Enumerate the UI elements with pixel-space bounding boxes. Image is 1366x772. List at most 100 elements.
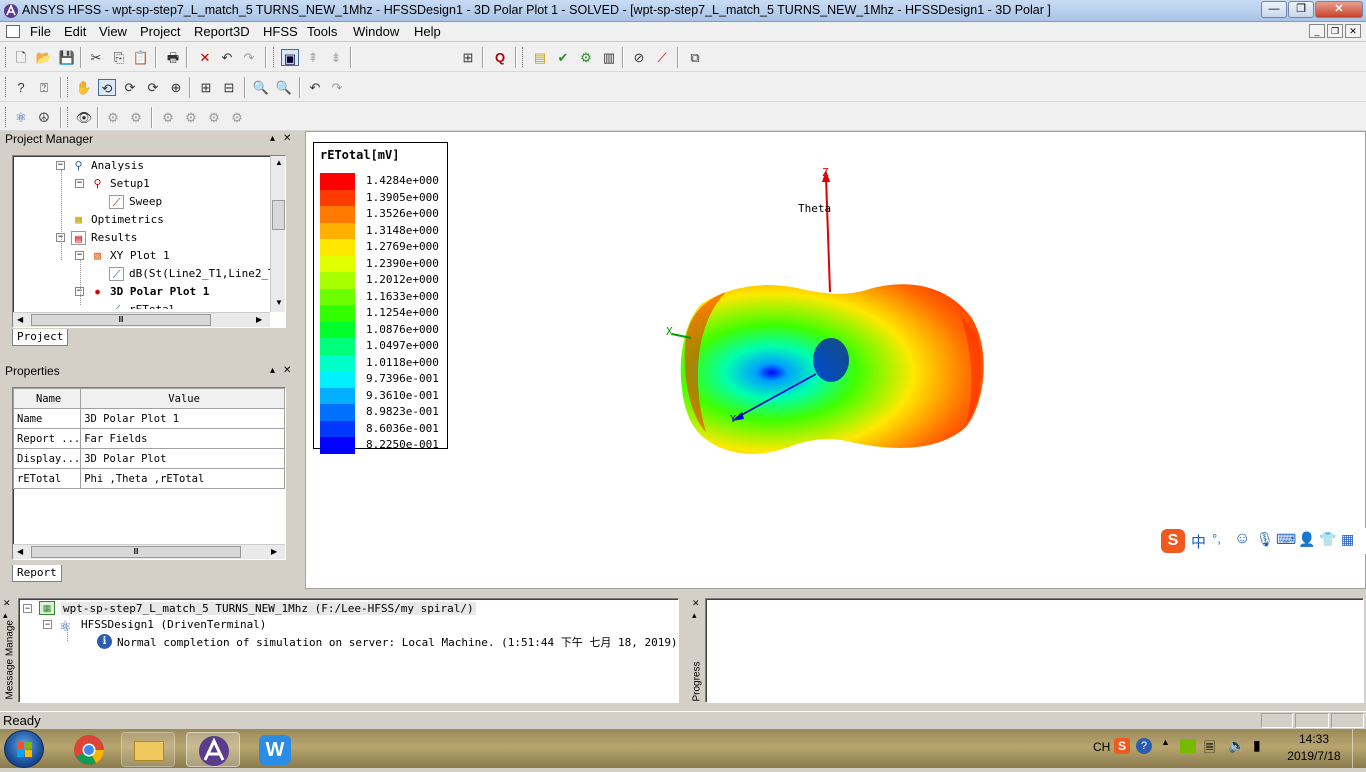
menu-report3d[interactable]: Report3D: [194, 24, 250, 39]
scroll-left-icon[interactable]: ◀: [17, 315, 23, 324]
network-icon[interactable]: ☮: [35, 109, 53, 126]
scroll-thumb[interactable]: Ⅲ: [31, 314, 211, 326]
analyze-icon[interactable]: ⚙: [577, 49, 595, 66]
tree-horizontal-scrollbar[interactable]: ◀ Ⅲ ▶: [13, 312, 270, 327]
menu-hfss[interactable]: HFSS: [263, 24, 298, 39]
property-value[interactable]: 3D Polar Plot 1: [80, 408, 285, 429]
rotate-axis-icon[interactable]: ⟳: [144, 79, 162, 96]
property-value[interactable]: Phi ,Theta ,rETotal: [80, 468, 285, 489]
help-context-icon[interactable]: ?: [12, 79, 30, 96]
validate-icon[interactable]: ✔: [554, 49, 572, 66]
volume-icon[interactable]: 🔈: [1228, 737, 1245, 754]
redo-view-icon[interactable]: ↷: [328, 79, 346, 96]
polar-plot-canvas[interactable]: Z Theta X Y: [306, 132, 1366, 590]
scroll-thumb[interactable]: [272, 200, 285, 230]
tab-project[interactable]: Project: [12, 329, 69, 346]
tree-item-results[interactable]: − ▤ Results: [13, 229, 273, 247]
scroll-up-icon[interactable]: ▲: [275, 158, 283, 167]
show-desktop-button[interactable]: [1352, 729, 1366, 768]
collapse-icon[interactable]: −: [75, 179, 84, 188]
move-down-icon[interactable]: ⇟: [327, 49, 345, 66]
paste-icon[interactable]: 📋: [132, 49, 150, 66]
menu-file[interactable]: File: [30, 24, 51, 39]
create-report-icon[interactable]: ⟋: [653, 49, 671, 66]
explorer-taskbar-button[interactable]: [121, 732, 175, 767]
ime-punctuation[interactable]: °,: [1212, 531, 1221, 546]
tab-report[interactable]: Report: [12, 565, 62, 582]
tree-item-trace[interactable]: ⟋ dB(St(Line2_T1,Line2_T1: [13, 265, 285, 283]
table-row[interactable]: Name 3D Polar Plot 1: [13, 408, 285, 429]
collapse-icon[interactable]: −: [23, 604, 32, 613]
chrome-taskbar-button[interactable]: [62, 732, 116, 767]
fit-all-icon[interactable]: 🔍: [252, 79, 270, 96]
sogou-logo-icon[interactable]: S: [1161, 529, 1185, 553]
view-option-5-icon[interactable]: ⚙: [205, 109, 223, 126]
print-icon[interactable]: 🖶: [164, 49, 182, 66]
maximize-button[interactable]: ❐: [1288, 1, 1314, 18]
message-project[interactable]: wpt-sp-step7_L_match_5 TURNS_NEW_1Mhz (F…: [61, 602, 476, 615]
property-value[interactable]: Far Fields: [80, 428, 285, 449]
message-list[interactable]: − ▦ wpt-sp-step7_L_match_5 TURNS_NEW_1Mh…: [18, 598, 679, 703]
menu-edit[interactable]: Edit: [64, 24, 86, 39]
tree-item-retotal[interactable]: ⟋ rETotal: [13, 301, 273, 309]
emoji-icon[interactable]: ☺: [1234, 530, 1250, 548]
panel-menu-icon[interactable]: ▴: [692, 610, 697, 621]
tree-item-analysis[interactable]: − ⚲ Analysis: [13, 157, 273, 175]
view-option-1-icon[interactable]: ⚙: [104, 109, 122, 126]
message-design[interactable]: HFSSDesign1 (DrivenTerminal): [81, 618, 266, 631]
properties-horizontal-scrollbar[interactable]: ◀ Ⅲ ▶: [13, 544, 285, 559]
property-value[interactable]: 3D Polar Plot: [80, 448, 285, 469]
panel-close-icon[interactable]: ✕: [283, 131, 291, 147]
view-option-3-icon[interactable]: ⚙: [159, 109, 177, 126]
toolbar-grip[interactable]: [5, 47, 8, 67]
panel-menu-icon[interactable]: ▴: [270, 363, 275, 379]
nvidia-tray-icon[interactable]: [1180, 739, 1196, 753]
menu-project[interactable]: Project: [140, 24, 180, 39]
column-header-name[interactable]: Name: [13, 388, 82, 409]
scroll-right-icon[interactable]: ▶: [256, 315, 262, 324]
project-tree[interactable]: − ⚲ Analysis − ⚲ Setup1 ⟋ Sweep ▦ Optime…: [12, 155, 286, 328]
input-language[interactable]: CH: [1093, 740, 1110, 754]
hfss-taskbar-button[interactable]: [186, 732, 240, 767]
tree-item-3d-polar-plot[interactable]: − ✹ 3D Polar Plot 1: [13, 283, 273, 301]
collapse-icon[interactable]: −: [43, 620, 52, 629]
view-option-2-icon[interactable]: ⚙: [127, 109, 145, 126]
message-info[interactable]: Normal completion of simulation on serve…: [117, 634, 678, 650]
query-icon[interactable]: Q: [491, 49, 509, 66]
copy-icon[interactable]: ⎘: [110, 49, 128, 66]
color-legend[interactable]: rETotal[mV] 1.4284e+000 1.3905e+000 1.3526…: [313, 142, 448, 454]
design-icon[interactable]: ⚛: [12, 109, 30, 126]
field-overlay-icon[interactable]: ⊘: [630, 49, 648, 66]
redo-icon[interactable]: ↷: [240, 49, 258, 66]
rotate-origin-icon[interactable]: ⟳: [121, 79, 139, 96]
microphone-icon[interactable]: 🎙: [1256, 531, 1274, 548]
ime-toolbar[interactable]: S 中 °, ☺ 🎙 ⌨ 👤 👕 ▦: [1159, 528, 1366, 554]
menu-view[interactable]: View: [99, 24, 127, 39]
panel-close-icon[interactable]: ✕: [692, 598, 700, 609]
tree-item-optimetrics[interactable]: ▦ Optimetrics: [13, 211, 273, 229]
table-row[interactable]: rETotal Phi ,Theta ,rETotal: [13, 468, 285, 489]
pan-icon[interactable]: ✋: [75, 79, 93, 96]
cut-icon[interactable]: ✂: [87, 49, 105, 66]
report-icon[interactable]: ▥: [600, 49, 618, 66]
eye-icon[interactable]: 👁: [75, 109, 93, 126]
keyboard-icon[interactable]: ⌨: [1276, 531, 1296, 548]
sogou-tray-icon[interactable]: S: [1114, 738, 1130, 754]
show-hidden-icons-icon[interactable]: ▲: [1161, 737, 1170, 747]
save-icon[interactable]: 💾: [58, 49, 76, 66]
rotate-icon[interactable]: ⟲: [98, 79, 116, 96]
scroll-thumb[interactable]: Ⅲ: [31, 546, 241, 558]
3d-viewport[interactable]: Z Theta X Y rETotal[mV] 1.4284e+000 1.390…: [305, 131, 1366, 589]
skin-icon[interactable]: 👕: [1319, 531, 1336, 548]
whats-this-icon[interactable]: ⍰: [35, 79, 53, 96]
tree-item-sweep[interactable]: ⟋ Sweep: [13, 193, 273, 211]
panel-close-icon[interactable]: ✕: [283, 363, 291, 379]
document-icon[interactable]: [6, 25, 20, 38]
mdi-close-button[interactable]: ✕: [1345, 24, 1361, 38]
panel-menu-icon[interactable]: ▴: [270, 131, 275, 147]
model-tree-icon[interactable]: ⊞: [459, 49, 477, 66]
table-row[interactable]: Report ... Far Fields: [13, 428, 285, 449]
tree-item-xy-plot[interactable]: − ▧ XY Plot 1: [13, 247, 273, 265]
close-button[interactable]: ✕: [1315, 1, 1363, 18]
undo-icon[interactable]: ↶: [218, 49, 236, 66]
